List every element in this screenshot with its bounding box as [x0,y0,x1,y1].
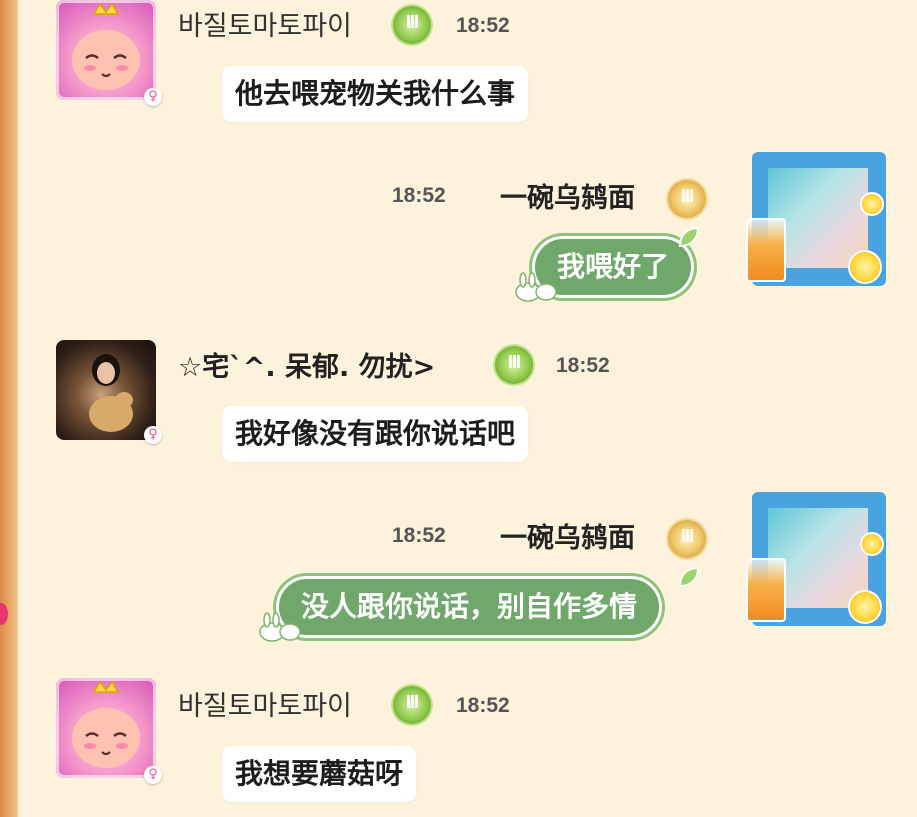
lemon-icon [860,532,884,556]
sender-avatar[interactable] [56,0,156,100]
lemon-icon [848,590,882,624]
message-time: 18:52 [456,694,510,717]
message-bubble[interactable]: 没人跟你说话，别自作多情 [276,576,663,638]
level-badge-icon: III [495,346,533,384]
sender-name[interactable]: 바질토마토파이 [178,684,352,723]
photo-avatar [89,354,133,432]
message-time: 18:52 [392,524,446,547]
level-badge-icon: III [393,686,431,724]
female-gender-icon: ♀ [144,766,162,784]
level-badge-text: III [680,526,694,546]
ocean-frame-avatar[interactable] [746,492,886,626]
message-time: 18:52 [556,354,610,377]
level-badge-icon: III [668,520,706,558]
sender-avatar[interactable] [56,678,156,778]
message-bubble[interactable]: 我好像没有跟你说话吧 [222,406,529,462]
left-edge-rail [0,0,18,817]
pink-mushroom-avatar [72,680,140,768]
female-gender-icon: ♀ [144,88,162,106]
message-time: 18:52 [456,14,510,37]
pink-mushroom-avatar [72,2,140,90]
ocean-frame-avatar[interactable] [746,152,886,286]
juice-glass-icon [746,218,786,282]
leaf-decoration-icon [678,226,700,248]
bunny-icon [259,612,301,642]
sender-name[interactable]: 一碗乌鸫面 [500,176,635,215]
message-bubble[interactable]: 他去喂宠物关我什么事 [222,66,529,122]
juice-glass-icon [746,558,786,622]
lemon-icon [848,250,882,284]
lemon-icon [860,192,884,216]
message-time: 18:52 [392,184,446,207]
sender-name[interactable]: 一碗乌鸫面 [500,516,635,555]
level-badge-icon: III [393,6,431,44]
level-badge-text: III [405,12,419,32]
female-gender-icon: ♀ [144,426,162,444]
level-badge-text: III [507,352,521,372]
leaf-decoration-icon [678,566,700,588]
sender-name[interactable]: ☆宅`^. 呆郁. 勿扰> [178,345,435,384]
bunny-icon [515,272,557,302]
message-bubble[interactable]: 我想要蘑菇呀 [222,746,417,802]
level-badge-icon: III [668,180,706,218]
level-badge-text: III [405,692,419,712]
sender-avatar[interactable] [56,340,156,440]
level-badge-text: III [680,186,694,206]
sender-name[interactable]: 바질토마토파이 [178,4,352,43]
